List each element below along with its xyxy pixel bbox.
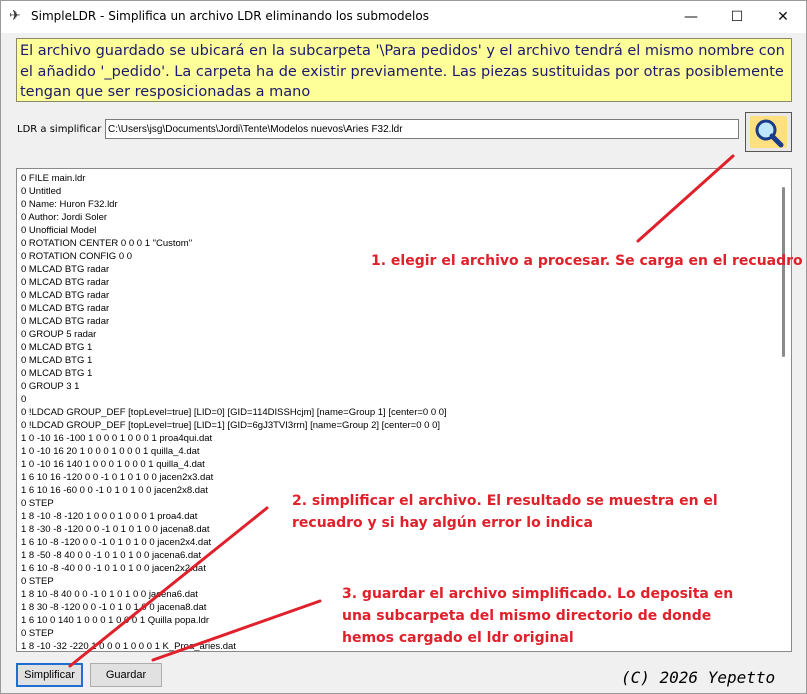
magnifier-icon (755, 119, 784, 148)
ldr-line: 0 Author: Jordi Soler (21, 212, 108, 223)
ldr-line: 0 MLCAD BTG 1 (21, 368, 93, 379)
ldr-line: 1 8 -50 -8 40 0 0 -1 0 1 0 1 0 0 jacena6… (21, 550, 202, 561)
copyright-text: (C) 2026 Yepetto (621, 668, 776, 687)
file-path-input[interactable] (105, 119, 739, 139)
ldr-line: 0 (21, 394, 27, 405)
ldr-line: 0 MLCAD BTG 1 (21, 342, 93, 353)
annotation-step2-line1: 2. simplificar el archivo. El resultado … (292, 493, 718, 509)
browse-button[interactable] (745, 112, 792, 152)
annotation-step2-line2: recuadro y si hay algún error lo indica (292, 515, 593, 531)
annotation-step3-line3: hemos cargado el ldr original (342, 630, 574, 646)
window-title: SimpleLDR - Simplifica un archivo LDR el… (31, 9, 429, 23)
ldr-line: 0 MLCAD BTG radar (21, 303, 110, 314)
ldr-lines: 0 FILE main.ldr 0 Untitled 0 Name: Huron F… (21, 172, 771, 651)
ldr-line: 1 0 -10 16 20 1 0 0 0 1 0 0 0 1 quilla_4… (21, 446, 200, 457)
ldr-line: 0 Unofficial Model (21, 225, 97, 236)
ldr-line: 0 GROUP 5 radar (21, 329, 97, 340)
app-icon: ✈ (9, 8, 21, 24)
annotation-step3-line2: una subcarpeta del mismo directorio de d… (342, 608, 712, 624)
ldr-line: 0 !LDCAD GROUP_DEF [topLevel=true] [LID=… (21, 420, 440, 431)
ldr-content-list[interactable]: 0 FILE main.ldr 0 Untitled 0 Name: Huron F… (16, 168, 792, 652)
ldr-line: 1 0 -10 16 140 1 0 0 0 1 0 0 0 1 quilla_… (21, 459, 205, 470)
scrollbar-thumb[interactable] (782, 187, 785, 357)
annotation-step1: 1. elegir el archivo a procesar. Se carg… (371, 253, 803, 269)
ldr-line: 0 !LDCAD GROUP_DEF [topLevel=true] [LID=… (21, 407, 447, 418)
ldr-line: 1 6 10 -8 -120 0 0 -1 0 1 0 1 0 0 jacen2… (21, 537, 212, 548)
ldr-line: 0 MLCAD BTG 1 (21, 355, 93, 366)
ldr-line: 1 6 10 -8 -40 0 0 -1 0 1 0 1 0 0 jacen2x… (21, 563, 206, 574)
ldr-line: 0 GROUP 3 1 (21, 381, 80, 392)
ldr-line: 0 MLCAD BTG radar (21, 290, 110, 301)
simplify-button[interactable]: Simplificar (16, 663, 83, 687)
vertical-scrollbar[interactable] (775, 169, 791, 651)
minimize-button[interactable]: — (668, 1, 714, 33)
maximize-button[interactable]: ☐ (714, 1, 760, 33)
save-button[interactable]: Guardar (90, 663, 162, 687)
ldr-line: 0 ROTATION CENTER 0 0 0 1 "Custom" (21, 238, 193, 249)
ldr-line: 0 MLCAD BTG radar (21, 316, 110, 327)
ldr-line: 1 6 10 16 -120 0 0 -1 0 1 0 1 0 0 jacen2… (21, 472, 214, 483)
title-bar[interactable]: ✈ SimpleLDR - Simplifica un archivo LDR … (1, 1, 806, 33)
ldr-line: 1 0 -10 16 -100 1 0 0 0 1 0 0 0 1 proa4q… (21, 433, 213, 444)
ldr-line: 0 Untitled (21, 186, 62, 197)
ldr-line: 0 Name: Huron F32.ldr (21, 199, 118, 210)
ldr-line: 0 MLCAD BTG radar (21, 277, 110, 288)
close-button[interactable]: ✕ (760, 1, 806, 33)
ldr-line: 0 FILE main.ldr (21, 173, 86, 184)
file-label: LDR a simplificar (17, 124, 102, 135)
info-message: El archivo guardado se ubicará en la sub… (16, 38, 792, 102)
annotation-step3-line1: 3. guardar el archivo simplificado. Lo d… (342, 586, 734, 602)
